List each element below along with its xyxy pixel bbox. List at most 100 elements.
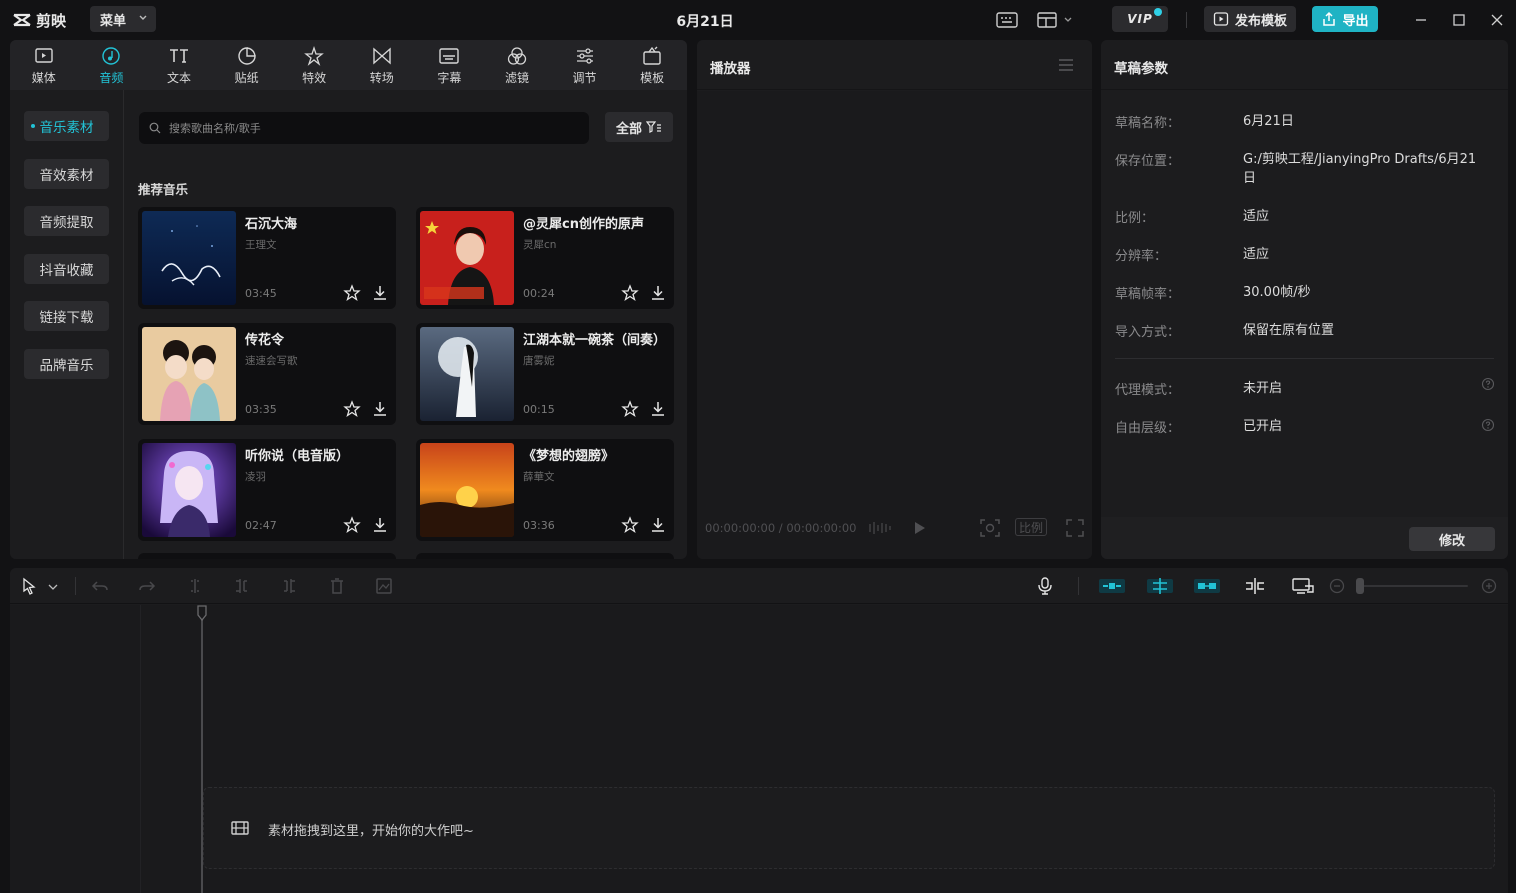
trim-right-icon[interactable] <box>279 576 299 596</box>
divider <box>1186 12 1187 28</box>
subnav-label: 品牌音乐 <box>39 358 94 374</box>
subnav-music[interactable]: 音乐素材 <box>24 111 109 141</box>
media-icon <box>35 47 53 63</box>
film-strip-icon <box>231 821 249 835</box>
favorite-star-icon[interactable] <box>621 400 639 418</box>
song-artist: 凌羽 <box>245 471 266 483</box>
tab-template[interactable]: 模板 <box>618 40 686 90</box>
microphone-icon[interactable] <box>1035 576 1055 596</box>
search-icon <box>149 122 161 134</box>
download-icon[interactable] <box>371 284 389 302</box>
subnav-label: 音频提取 <box>39 215 94 231</box>
help-icon[interactable] <box>1481 418 1495 432</box>
music-card[interactable]: 江湖本就一碗茶（间奏） 唐雾妮 00:15 <box>416 323 674 425</box>
song-artist: 王理文 <box>245 239 277 251</box>
music-card[interactable]: 传花令 速速会写歌 03:35 <box>138 323 396 425</box>
download-icon[interactable] <box>371 400 389 418</box>
delete-icon[interactable] <box>327 576 347 596</box>
param-label: 保存位置： <box>1115 154 1181 169</box>
help-icon[interactable] <box>1481 377 1495 391</box>
linkage-icon[interactable] <box>1193 576 1221 596</box>
media-panel: 媒体 音频 文本 贴纸 特效 转场 字幕 滤镜 调节 模板 音乐素材 音效素材 … <box>10 40 687 559</box>
download-icon[interactable] <box>649 516 667 534</box>
music-card[interactable]: 石沉大海 王理文 03:45 <box>138 207 396 309</box>
zoom-in-icon[interactable] <box>1480 576 1498 596</box>
tab-label: 滤镜 <box>504 70 529 85</box>
preview-axis-icon[interactable] <box>1243 576 1267 596</box>
tab-audio[interactable]: 音频 <box>78 40 146 90</box>
minimize-icon[interactable] <box>1411 10 1431 30</box>
redo-icon[interactable] <box>137 576 157 596</box>
favorite-star-icon[interactable] <box>621 516 639 534</box>
tab-text[interactable]: 文本 <box>145 40 213 90</box>
tab-label: 特效 <box>302 70 327 85</box>
param-label: 草稿帧率： <box>1115 287 1181 302</box>
music-card[interactable]: 《梦想的翅膀》 薛華文 03:36 <box>416 439 674 541</box>
trim-left-icon[interactable] <box>232 576 252 596</box>
aspect-ratio-button[interactable]: 比例 <box>1015 518 1047 536</box>
subnav-douyin-favorites[interactable]: 抖音收藏 <box>24 254 109 284</box>
full-preview-icon[interactable] <box>1291 576 1315 596</box>
main-track-magnet-icon[interactable] <box>1098 576 1126 596</box>
favorite-star-icon[interactable] <box>621 284 639 302</box>
export-button[interactable]: 导出 <box>1312 6 1378 32</box>
music-card[interactable]: @灵犀cn创作的原声 灵犀cn 00:24 <box>416 207 674 309</box>
close-icon[interactable] <box>1487 10 1507 30</box>
search-input[interactable] <box>169 121 569 135</box>
select-cursor-icon[interactable] <box>19 576 39 596</box>
tab-label: 转场 <box>369 70 394 85</box>
subnav-audio-extract[interactable]: 音频提取 <box>24 206 109 236</box>
favorite-star-icon[interactable] <box>343 516 361 534</box>
favorite-star-icon[interactable] <box>343 400 361 418</box>
layout-icon[interactable] <box>1036 10 1076 30</box>
modify-button[interactable]: 修改 <box>1409 527 1495 551</box>
tab-subtitle[interactable]: 字幕 <box>416 40 484 90</box>
subnav-sound-effects[interactable]: 音效素材 <box>24 159 109 189</box>
tab-label: 媒体 <box>31 70 56 85</box>
auto-snap-icon[interactable] <box>1146 576 1174 596</box>
param-value: 30.00帧/秒 <box>1243 285 1311 300</box>
tab-media[interactable]: 媒体 <box>10 40 78 90</box>
fit-screen-icon[interactable] <box>979 518 1001 538</box>
keyboard-shortcut-icon[interactable] <box>995 10 1019 30</box>
undo-icon[interactable] <box>90 576 110 596</box>
zoom-slider-track[interactable] <box>1358 585 1468 587</box>
music-card-partial <box>138 553 396 559</box>
split-icon[interactable] <box>185 576 205 596</box>
download-icon[interactable] <box>649 400 667 418</box>
download-icon[interactable] <box>649 284 667 302</box>
music-card[interactable]: 听你说（电音版） 凌羽 02:47 <box>138 439 396 541</box>
export-label: 导出 <box>1342 13 1369 29</box>
divider <box>75 577 76 595</box>
fullscreen-icon[interactable] <box>1065 518 1085 538</box>
subnav-brand-music[interactable]: 品牌音乐 <box>24 349 109 379</box>
playhead-handle[interactable] <box>196 605 208 621</box>
chevron-down-icon[interactable] <box>46 576 60 596</box>
tab-effects[interactable]: 特效 <box>280 40 348 90</box>
publish-icon <box>1213 12 1229 26</box>
audio-icon <box>102 46 121 65</box>
hamburger-menu-icon[interactable] <box>1058 58 1074 72</box>
album-cover <box>420 211 514 305</box>
filter-button[interactable]: 全部 <box>605 112 673 142</box>
timeline-tracks-area[interactable]: 素材拖拽到这里，开始你的大作吧~ <box>10 605 1508 893</box>
vip-button[interactable]: VIP <box>1112 6 1168 32</box>
drop-zone[interactable]: 素材拖拽到这里，开始你的大作吧~ <box>203 787 1495 869</box>
zoom-out-icon[interactable] <box>1328 576 1346 596</box>
subnav-link-download[interactable]: 链接下载 <box>24 301 109 331</box>
export-icon <box>1323 11 1336 26</box>
play-icon[interactable] <box>909 518 929 538</box>
tab-sticker[interactable]: 贴纸 <box>213 40 281 90</box>
vip-label: VIP <box>1127 12 1153 26</box>
maximize-icon[interactable] <box>1449 10 1469 30</box>
param-label: 导入方式： <box>1115 325 1181 340</box>
tab-filter[interactable]: 滤镜 <box>483 40 551 90</box>
download-icon[interactable] <box>371 516 389 534</box>
favorite-star-icon[interactable] <box>343 284 361 302</box>
timeline-panel: 素材拖拽到这里，开始你的大作吧~ <box>10 568 1508 893</box>
publish-template-button[interactable]: 发布模板 <box>1204 6 1296 32</box>
freeze-frame-icon[interactable] <box>374 576 394 596</box>
tab-adjust[interactable]: 调节 <box>551 40 619 90</box>
zoom-slider-handle[interactable] <box>1356 578 1364 594</box>
tab-transition[interactable]: 转场 <box>348 40 416 90</box>
